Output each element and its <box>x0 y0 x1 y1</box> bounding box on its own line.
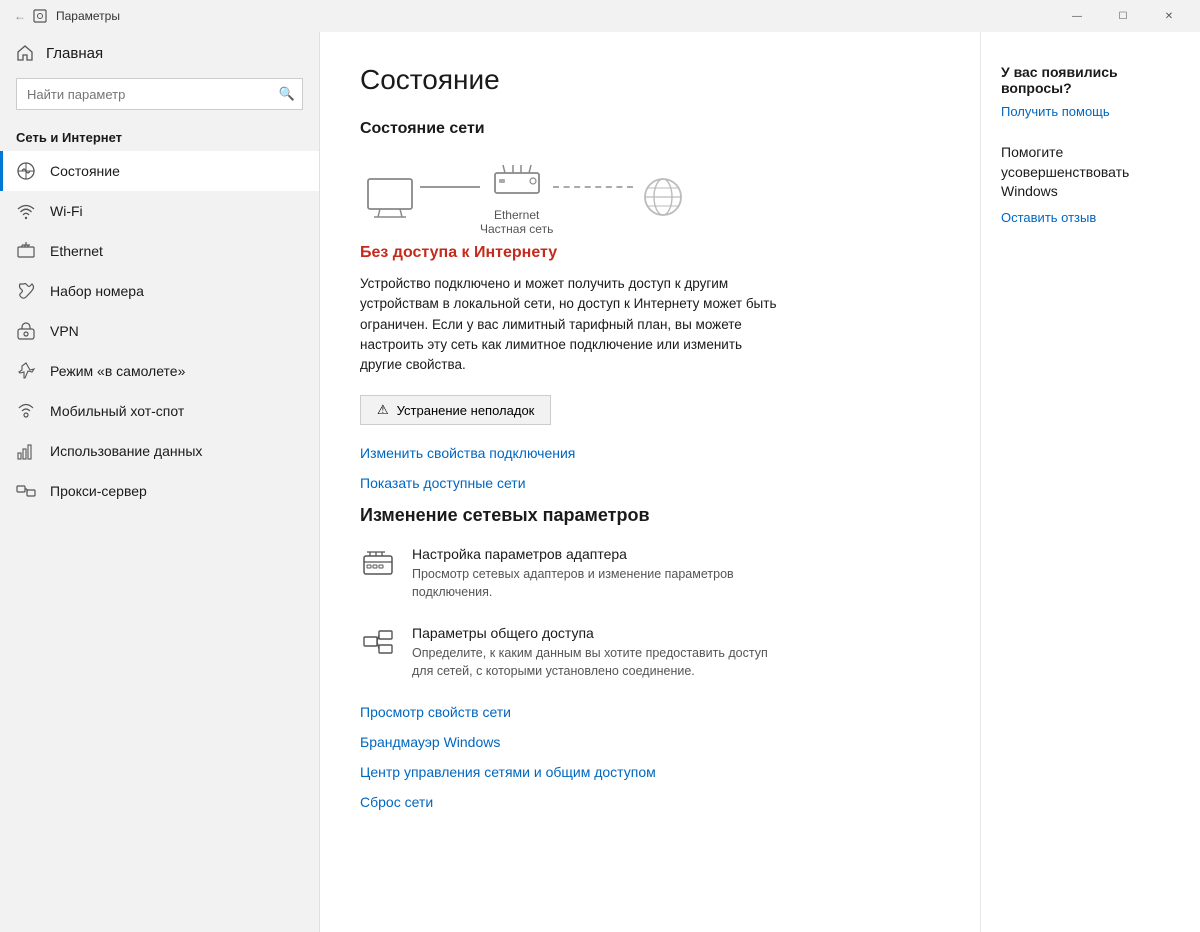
computer-icon <box>360 172 420 222</box>
network-diagram: Ethernet Частная сеть <box>360 158 940 236</box>
dashed-connection-line <box>553 186 633 188</box>
sidebar-home[interactable]: Главная <box>0 32 319 74</box>
network-center-link[interactable]: Центр управления сетями и общим доступом <box>360 764 940 780</box>
sidebar-item-status[interactable]: Состояние <box>0 151 319 191</box>
change-settings-title: Изменение сетевых параметров <box>360 505 940 526</box>
maximize-button[interactable]: ☐ <box>1100 0 1146 32</box>
page-title: Состояние <box>360 64 940 96</box>
sidebar-item-hotspot[interactable]: Мобильный хот-спот <box>0 391 319 431</box>
improve-link[interactable]: Оставить отзыв <box>1001 210 1180 225</box>
sidebar-item-label: Ethernet <box>50 243 103 259</box>
search-input[interactable] <box>16 78 303 110</box>
sidebar-item-label: VPN <box>50 323 79 339</box>
wifi-icon <box>16 201 36 221</box>
router-icon <box>487 158 547 208</box>
sidebar: Главная 🔍 Сеть и Интернет Состояние <box>0 32 320 932</box>
reset-link[interactable]: Сброс сети <box>360 794 940 810</box>
firewall-link[interactable]: Брандмауэр Windows <box>360 734 940 750</box>
sidebar-item-label: Режим «в самолете» <box>50 363 185 379</box>
window-controls: — ☐ ✕ <box>1054 0 1192 32</box>
computer-node <box>360 172 420 222</box>
status-icon <box>16 161 36 181</box>
titlebar: ← Параметры — ☐ ✕ <box>0 0 1200 32</box>
globe-icon <box>633 172 693 222</box>
router-node: Ethernet Частная сеть <box>480 158 553 236</box>
change-props-link[interactable]: Изменить свойства подключения <box>360 445 940 461</box>
sidebar-item-label: Прокси-сервер <box>50 483 147 499</box>
dialup-icon <box>16 281 36 301</box>
main-content: Состояние Состояние сети <box>320 32 980 932</box>
sharing-settings-item: Параметры общего доступа Определите, к к… <box>360 625 940 680</box>
show-networks-link[interactable]: Показать доступные сети <box>360 475 940 491</box>
app-title: Параметры <box>56 9 120 23</box>
minimize-button[interactable]: — <box>1054 0 1100 32</box>
ethernet-label: Ethernet <box>494 208 539 222</box>
sidebar-item-label: Состояние <box>50 163 120 179</box>
sidebar-item-datausage[interactable]: Использование данных <box>0 431 319 471</box>
sidebar-item-ethernet[interactable]: Ethernet <box>0 231 319 271</box>
improve-title: Помогите усовершенствовать Windows <box>1001 143 1180 202</box>
view-properties-link[interactable]: Просмотр свойств сети <box>360 704 940 720</box>
connection-line <box>420 186 480 188</box>
no-internet-title: Без доступа к Интернету <box>360 244 940 262</box>
network-status-title: Состояние сети <box>360 120 940 138</box>
home-icon <box>16 44 34 62</box>
airplane-icon <box>16 361 36 381</box>
sidebar-item-airplane[interactable]: Режим «в самолете» <box>0 351 319 391</box>
right-panel: У вас появились вопросы? Получить помощь… <box>980 32 1200 932</box>
proxy-icon <box>16 481 36 501</box>
search-container: 🔍 <box>16 78 303 110</box>
sidebar-item-label: Мобильный хот-спот <box>50 403 184 419</box>
vpn-icon <box>16 321 36 341</box>
network-type-label: Частная сеть <box>480 222 553 236</box>
app-icon <box>32 8 48 24</box>
warning-icon: ⚠ <box>377 402 389 418</box>
close-button[interactable]: ✕ <box>1146 0 1192 32</box>
sidebar-item-label: Использование данных <box>50 443 202 459</box>
sidebar-section-title: Сеть и Интернет <box>0 122 319 151</box>
sidebar-item-proxy[interactable]: Прокси-сервер <box>0 471 319 511</box>
back-button[interactable]: ← <box>8 4 32 28</box>
internet-node <box>633 172 693 222</box>
adapter-icon <box>360 546 396 582</box>
ethernet-icon <box>16 241 36 261</box>
sharing-icon <box>360 625 396 661</box>
home-label: Главная <box>46 45 103 62</box>
adapter-title: Настройка параметров адаптера <box>412 546 792 562</box>
sidebar-item-dialup[interactable]: Набор номера <box>0 271 319 311</box>
help-link[interactable]: Получить помощь <box>1001 104 1180 119</box>
connection-description: Устройство подключено и может получить д… <box>360 274 780 375</box>
help-title: У вас появились вопросы? <box>1001 64 1180 96</box>
datausage-icon <box>16 441 36 461</box>
sidebar-item-vpn[interactable]: VPN <box>0 311 319 351</box>
troubleshoot-label: Устранение неполадок <box>397 403 535 418</box>
sharing-desc: Определите, к каким данным вы хотите пре… <box>412 645 792 680</box>
troubleshoot-button[interactable]: ⚠ Устранение неполадок <box>360 395 551 425</box>
sharing-title: Параметры общего доступа <box>412 625 792 641</box>
sidebar-item-label: Wi-Fi <box>50 203 83 219</box>
sidebar-item-wifi[interactable]: Wi-Fi <box>0 191 319 231</box>
hotspot-icon <box>16 401 36 421</box>
adapter-desc: Просмотр сетевых адаптеров и изменение п… <box>412 566 792 601</box>
app-body: Главная 🔍 Сеть и Интернет Состояние <box>0 32 1200 932</box>
sidebar-item-label: Набор номера <box>50 283 144 299</box>
adapter-settings-item: Настройка параметров адаптера Просмотр с… <box>360 546 940 601</box>
